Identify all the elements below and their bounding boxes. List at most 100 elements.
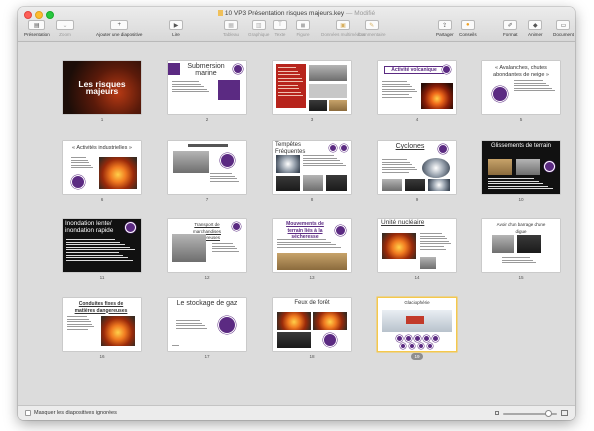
document-icon[interactable]: ▭ <box>556 20 571 30</box>
zoom-large-icon[interactable] <box>561 410 568 416</box>
toolbar-shape[interactable]: ◼ Figure <box>296 20 310 37</box>
text-line <box>502 259 533 261</box>
slide-preview[interactable]: Unité nucléaire <box>378 219 456 272</box>
slide-thumbnail-7[interactable]: 7 <box>168 141 246 204</box>
window-title-text: 10 VP3 Présentation risques majeurs.key <box>224 10 345 17</box>
zoom-popup-icon[interactable]: ⌄ <box>56 20 74 30</box>
slide-preview[interactable]: Avoir d'un barrage d'une digue <box>482 219 560 272</box>
slide-thumbnail-14[interactable]: Unité nucléaire 14 <box>378 219 456 282</box>
toolbar-text[interactable]: T Texte <box>273 20 287 37</box>
slide-thumbnail-13[interactable]: Mouvements de terrain liés à la sécheres… <box>273 219 351 282</box>
slide-thumbnail-16[interactable]: Conduites fixes de matières dangereuses 1… <box>63 298 141 361</box>
zoom-slider-thumb[interactable] <box>545 410 553 417</box>
text-line <box>212 245 236 247</box>
photo-image <box>329 100 347 111</box>
slide-preview[interactable]: Transport de marchandises dangereuses <box>168 219 246 272</box>
slide-preview[interactable]: « Activités industrielles » <box>63 141 141 194</box>
slide-thumbnail-17[interactable]: Le stockage de gaz 17 <box>168 298 246 361</box>
slide-thumbnail-1[interactable]: Les risques majeurs 1 <box>63 61 141 124</box>
toolbar-format[interactable]: ✐ Format <box>503 20 518 37</box>
table-icon[interactable]: ▦ <box>224 20 239 30</box>
gas-pictogram-icon <box>218 316 236 334</box>
slide-preview[interactable]: Les risques majeurs <box>63 61 141 114</box>
slide-preview[interactable]: Submersion marine <box>168 61 246 114</box>
slide-thumbnail-8[interactable]: Tempêtes Fréquentes 8 <box>273 141 351 204</box>
hide-skipped-label[interactable]: Masquer les diapositives ignorées <box>34 410 117 416</box>
slide-thumbnail-10[interactable]: Glissements de terrain 10 <box>482 141 560 204</box>
text-lines <box>382 81 418 99</box>
slide-thumbnail-2[interactable]: Submersion marine 2 <box>168 61 246 124</box>
slide-preview[interactable]: « Avalanches, chutes abondantes de neige… <box>482 61 560 114</box>
text-lines <box>176 320 210 330</box>
forest-fire-pictogram-icon <box>323 333 337 347</box>
toolbar-zoom[interactable]: ⌄ Zoom <box>56 20 74 37</box>
slide-title: « Avalanches, chutes abondantes de neige… <box>493 65 549 78</box>
slide-thumbnail-6[interactable]: « Activités industrielles » 6 <box>63 141 141 204</box>
comment-icon[interactable]: ✎ <box>364 20 379 30</box>
paintbrush-icon[interactable]: ✐ <box>503 20 518 30</box>
text-line <box>210 173 233 174</box>
slide-thumbnail-18[interactable]: Feux de forêt 18 <box>273 298 351 361</box>
slide-thumbnail-9[interactable]: Cyclones 9 <box>378 141 456 204</box>
toolbar-share[interactable]: ⇪ Partager <box>436 20 454 37</box>
slide-thumbnail-11[interactable]: Inondation lente/ inondation rapide 11 <box>63 219 141 282</box>
shape-icon[interactable]: ◼ <box>296 20 310 30</box>
toolbar-add-slide[interactable]: + Ajouter une diapositive <box>96 20 142 37</box>
slide-preview[interactable]: Feux de forêt <box>273 298 351 351</box>
risk-pictogram-icon <box>400 343 406 349</box>
slide-thumbnail-12[interactable]: Transport de marchandises dangereuses 12 <box>168 219 246 282</box>
text-line <box>278 84 298 86</box>
toolbar-tips[interactable]: ● Conseils <box>459 20 477 37</box>
text-line <box>488 188 553 190</box>
toolbar-play[interactable]: ▶ Lire <box>169 20 183 37</box>
slide-preview[interactable]: Tempêtes Fréquentes <box>273 141 351 194</box>
text-icon[interactable]: T <box>273 20 287 30</box>
text-line <box>71 157 87 158</box>
slide-thumbnail-3[interactable]: 3 <box>273 61 351 124</box>
slide-preview[interactable]: Glissements de terrain <box>482 141 560 194</box>
slide-preview[interactable] <box>273 61 351 114</box>
toolbar-chart[interactable]: ▥ Graphique <box>248 20 269 37</box>
slide-preview[interactable]: Mouvements de terrain liés à la sécheres… <box>273 219 351 272</box>
slide-thumbnail-4[interactable]: Activité volcanique 4 <box>378 61 456 124</box>
toolbar-animate[interactable]: ◆ Animer <box>528 20 543 37</box>
slide-title: Conduites fixes de matières dangereuses <box>74 301 128 314</box>
slide-preview[interactable]: Le stockage de gaz <box>168 298 246 351</box>
hide-skipped-checkbox[interactable] <box>25 410 31 416</box>
text-line <box>303 165 347 167</box>
slide-preview[interactable]: Glaciophérie <box>378 298 456 351</box>
slide-view-icon[interactable]: ▤ <box>28 20 46 30</box>
text-line <box>66 251 119 253</box>
toolbar-presentation[interactable]: ▤ Présentation <box>24 20 50 37</box>
slide-preview[interactable]: Activité volcanique <box>378 61 456 114</box>
slide-thumbnail-19[interactable]: Glaciophérie 19 <box>378 298 456 360</box>
risk-pictogram-icon <box>418 343 424 349</box>
toolbar-comment[interactable]: ✎ Commentaire <box>358 20 386 37</box>
flood-pictogram-icon <box>125 222 136 233</box>
media-icon[interactable]: ▣ <box>336 20 351 30</box>
plus-icon[interactable]: + <box>110 20 129 30</box>
text-line <box>488 178 535 179</box>
slide-preview[interactable]: Cyclones <box>378 141 456 194</box>
slide-title: Glissements de terrain <box>490 143 552 149</box>
text-line <box>303 160 340 162</box>
slide-preview[interactable]: Inondation lente/ inondation rapide <box>63 219 141 272</box>
play-icon[interactable]: ▶ <box>169 20 183 30</box>
share-icon[interactable]: ⇪ <box>437 20 452 30</box>
light-table[interactable]: Les risques majeurs 1 Submersion marine 2 3 A… <box>18 42 575 405</box>
slide-thumbnail-5[interactable]: « Avalanches, chutes abondantes de neige… <box>482 61 560 124</box>
truck-photo <box>172 234 206 262</box>
storm-photo <box>326 175 347 191</box>
toolbar-document[interactable]: ▭ Document <box>553 20 574 37</box>
text-line <box>66 239 115 240</box>
pictogram-block <box>218 80 240 100</box>
chart-icon[interactable]: ▥ <box>251 20 266 30</box>
lightbulb-icon[interactable]: ● <box>460 20 475 30</box>
animate-icon[interactable]: ◆ <box>528 20 543 30</box>
slide-preview[interactable]: Conduites fixes de matières dangereuses <box>63 298 141 351</box>
slide-preview[interactable] <box>168 141 246 194</box>
text-line <box>488 183 544 185</box>
toolbar-table[interactable]: ▦ Tableau <box>223 20 239 37</box>
zoom-small-icon[interactable] <box>495 411 499 415</box>
slide-thumbnail-15[interactable]: Avoir d'un barrage d'une digue 15 <box>482 219 560 282</box>
